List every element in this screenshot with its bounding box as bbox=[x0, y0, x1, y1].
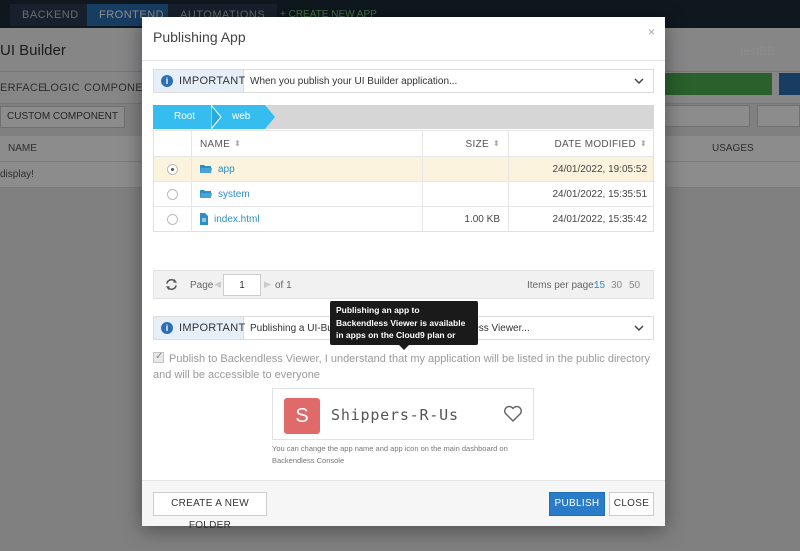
table-row[interactable]: app 24/01/2022, 19:05:52 bbox=[154, 156, 653, 181]
file-table: NAME ⬍ SIZE ⬍ DATE MODIFIED ⬍ app 24/01/202… bbox=[153, 130, 654, 232]
important-label: IMPORTANT bbox=[179, 322, 246, 334]
folder-icon bbox=[200, 165, 212, 173]
divider bbox=[142, 60, 665, 61]
refresh-icon[interactable] bbox=[165, 278, 178, 291]
important-message-right: less Viewer... bbox=[471, 323, 530, 334]
important-notice-top[interactable]: i IMPORTANT When you publish your UI Bui… bbox=[153, 69, 654, 93]
important-tag: i IMPORTANT bbox=[154, 70, 246, 92]
per-page-option-15[interactable]: 15 bbox=[594, 280, 605, 291]
sort-icon: ⬍ bbox=[234, 139, 242, 148]
file-icon bbox=[200, 213, 208, 225]
header-date-label: DATE MODIFIED bbox=[554, 139, 636, 150]
folder-icon bbox=[200, 190, 212, 198]
important-tag: i IMPORTANT bbox=[154, 317, 246, 339]
publish-viewer-label: Publish to Backendless Viewer, I underst… bbox=[153, 353, 651, 381]
breadcrumb-arrow bbox=[211, 105, 222, 129]
publishing-app-dialog: Publishing App × i IMPORTANT When you pu… bbox=[142, 17, 665, 531]
important-message-left: Publishing a UI-Build bbox=[250, 323, 343, 334]
page-number-input[interactable] bbox=[223, 274, 261, 296]
items-per-page-label: Items per page: bbox=[527, 280, 597, 291]
plan-tooltip: Publishing an app to Backendless Viewer … bbox=[330, 301, 478, 353]
row-radio[interactable] bbox=[167, 164, 178, 175]
sort-icon: ⬍ bbox=[492, 139, 500, 148]
app-icon: S bbox=[284, 398, 320, 434]
info-icon: i bbox=[161, 322, 173, 334]
app-name: Shippers-R-Us bbox=[331, 406, 459, 424]
breadcrumb-web-label: web bbox=[232, 111, 251, 122]
file-name[interactable]: index.html bbox=[214, 214, 260, 225]
header-name[interactable]: NAME ⬍ bbox=[191, 131, 422, 156]
row-radio[interactable] bbox=[167, 214, 178, 225]
table-row[interactable]: index.html 1.00 KB 24/01/2022, 15:35:42 bbox=[154, 206, 653, 231]
file-name[interactable]: system bbox=[218, 189, 250, 200]
next-page-icon[interactable]: ▶ bbox=[264, 279, 271, 290]
checkbox-box[interactable] bbox=[153, 351, 164, 363]
file-date: 24/01/2022, 15:35:42 bbox=[552, 214, 647, 225]
close-button[interactable]: CLOSE bbox=[609, 492, 654, 516]
table-row[interactable]: system 24/01/2022, 15:35:51 bbox=[154, 181, 653, 206]
prev-page-icon[interactable]: ◀ bbox=[214, 279, 221, 290]
header-date[interactable]: DATE MODIFIED ⬍ bbox=[508, 131, 655, 156]
page-label: Page bbox=[190, 280, 214, 291]
app-card: S Shippers-R-Us bbox=[272, 388, 534, 440]
table-header: NAME ⬍ SIZE ⬍ DATE MODIFIED ⬍ bbox=[154, 130, 653, 156]
row-radio[interactable] bbox=[167, 189, 178, 200]
pagination-bar: Page ◀ ▶ of 1 Items per page: 15 30 50 bbox=[153, 270, 654, 299]
sort-icon: ⬍ bbox=[639, 139, 647, 148]
breadcrumb-arrow bbox=[265, 105, 275, 129]
dialog-title: Publishing App bbox=[153, 29, 246, 45]
important-message: When you publish your UI Builder applica… bbox=[250, 76, 458, 87]
publish-button[interactable]: PUBLISH bbox=[549, 492, 605, 516]
breadcrumb-root[interactable]: Root bbox=[153, 105, 211, 129]
dialog-footer: CREATE A NEW FOLDER PUBLISH CLOSE bbox=[142, 480, 665, 531]
publish-viewer-checkbox[interactable] bbox=[153, 351, 169, 364]
breadcrumb: web Root bbox=[153, 105, 654, 129]
close-icon[interactable]: × bbox=[648, 25, 655, 39]
file-size: 1.00 KB bbox=[464, 214, 500, 225]
file-date: 24/01/2022, 15:35:51 bbox=[552, 189, 647, 200]
header-size[interactable]: SIZE ⬍ bbox=[422, 131, 508, 156]
per-page-option-50[interactable]: 50 bbox=[629, 280, 640, 291]
file-date: 24/01/2022, 19:05:52 bbox=[552, 164, 647, 175]
important-label: IMPORTANT bbox=[179, 75, 246, 87]
tooltip-arrow bbox=[399, 345, 409, 350]
breadcrumb-root-label: Root bbox=[174, 111, 196, 122]
app-card-hint: You can change the app name and app icon… bbox=[272, 444, 508, 465]
file-name[interactable]: app bbox=[218, 164, 235, 175]
chevron-down-icon[interactable] bbox=[633, 75, 645, 87]
header-size-label: SIZE bbox=[465, 139, 489, 150]
heart-icon[interactable] bbox=[503, 405, 523, 423]
per-page-option-30[interactable]: 30 bbox=[611, 280, 622, 291]
header-radio-cell bbox=[154, 131, 191, 156]
header-name-label: NAME bbox=[200, 139, 231, 150]
info-icon: i bbox=[161, 75, 173, 87]
chevron-down-icon[interactable] bbox=[633, 322, 645, 334]
page-total: of 1 bbox=[275, 280, 292, 291]
create-folder-button[interactable]: CREATE A NEW FOLDER bbox=[153, 492, 267, 531]
